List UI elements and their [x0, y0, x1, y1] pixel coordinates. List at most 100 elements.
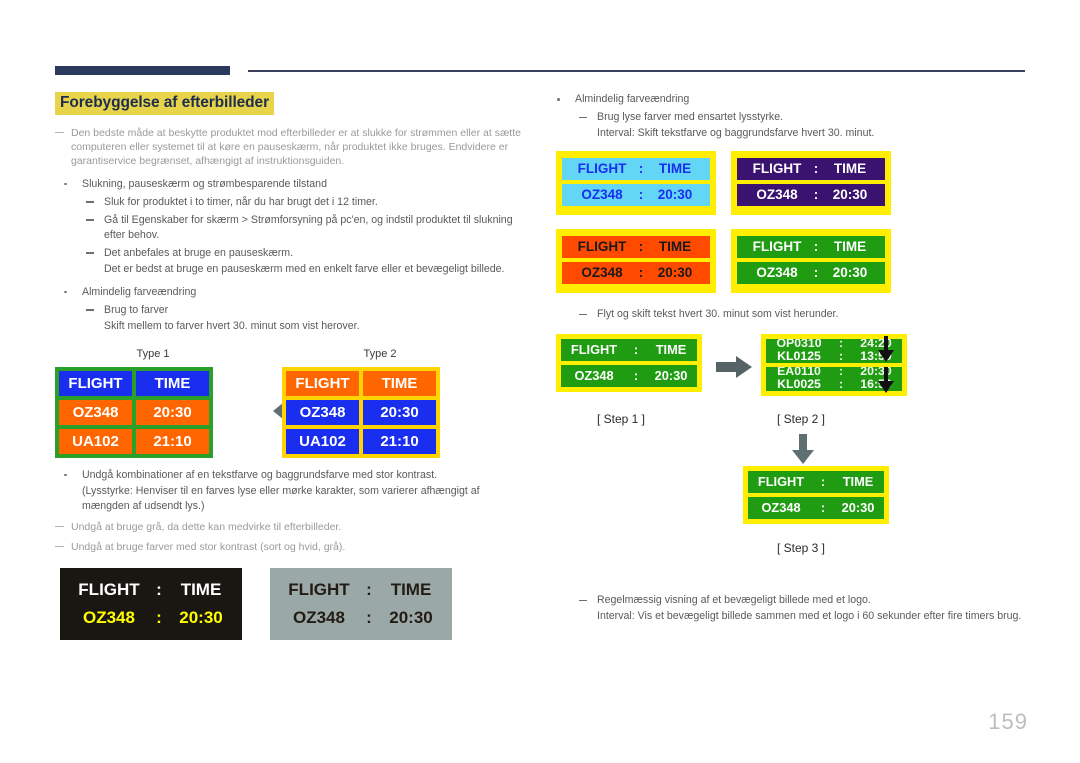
- intro-note: Den bedste måde at beskytte produktet mo…: [55, 126, 530, 169]
- sub-two-hours: Sluk for produktet i to timer, når du ha…: [55, 195, 530, 210]
- sample-gray-text: OZ348: [293, 608, 345, 628]
- page-title: Forebyggelse af efterbilleder: [55, 92, 274, 115]
- step1-row: OZ348:20:30: [561, 365, 697, 387]
- color-panel-text: OZ348: [581, 187, 623, 202]
- step2-text: EA0110: [777, 367, 821, 378]
- bullet-avoid-contrast-detail: (Lysstyrke: Henviser til en farves lyse …: [82, 484, 480, 512]
- type1-cell: FLIGHT: [59, 370, 132, 396]
- step-sequence-figure: FLIGHT: TIME OZ348:20:30 OP0310:24:20 KL012…: [548, 334, 1028, 555]
- color-panel-text: :: [813, 265, 819, 280]
- bullet-shutdown: Slukning, pauseskærm og strømbesparende …: [55, 177, 530, 192]
- step1-text: :: [633, 342, 639, 357]
- step3-board: FLIGHT: TIME OZ348:20:30: [743, 466, 889, 524]
- step2-text: OP0310: [776, 339, 822, 350]
- type2-label: Type 2: [363, 347, 397, 360]
- right-bullet-color-change: Almindelig farveændring: [548, 92, 1028, 107]
- manual-page: Forebyggelse af efterbilleder Den bedste…: [0, 0, 1080, 763]
- sample-dark-text: OZ348: [83, 608, 135, 628]
- sample-dark-row: OZ348:20:30: [60, 604, 242, 632]
- sub-screensaver: Det anbefales at bruge en pauseskærm.: [55, 246, 530, 261]
- step2-text: 16:50: [860, 376, 892, 391]
- color-panel-row: FLIGHT: TIME: [737, 158, 885, 180]
- type1-cell: UA102: [59, 428, 132, 454]
- step3-label: [ Step 3 ]: [776, 541, 826, 555]
- sample-boards-figure: FLIGHT: TIME OZ348:20:30 FLIGHT: TIME OZ348:…: [55, 568, 530, 650]
- flight-board-type2: FLIGHT TIME OZ348 20:30 UA102 21:10: [282, 366, 440, 458]
- sample-dark-text: :: [156, 580, 162, 600]
- color-panel-green: FLIGHT: TIME OZ348:20:30: [731, 229, 891, 293]
- color-panel-row: FLIGHT: TIME: [737, 236, 885, 258]
- color-panel-text: TIME: [833, 239, 867, 254]
- type-boards-figure: Type 1 Type 2 FLIGHT TIME OZ348 20:30 UA102 2…: [55, 348, 530, 460]
- type2-cell: UA102: [286, 428, 359, 454]
- step2-text: :: [838, 339, 844, 350]
- sample-gray-text: :: [366, 608, 372, 628]
- sample-dark-text: TIME: [180, 580, 222, 600]
- bullet-color-change: Almindelig farveændring: [55, 285, 530, 300]
- sample-dark-text: 20:30: [179, 608, 223, 628]
- sample-gray-text: :: [366, 580, 372, 600]
- type2-cell: FLIGHT: [286, 370, 359, 396]
- color-panel-lightblue: FLIGHT: TIME OZ348:20:30: [556, 151, 716, 215]
- sub-power-settings: Gå til Egenskaber for skærm > Strømforsy…: [55, 213, 530, 243]
- color-panel-row: FLIGHT: TIME: [562, 236, 710, 258]
- type1-row: FLIGHT TIME: [59, 370, 209, 396]
- color-panel-text: :: [813, 239, 819, 254]
- type2-cell: 20:30: [363, 399, 436, 425]
- color-panel-row: OZ348:20:30: [562, 184, 710, 206]
- flight-board-type1: FLIGHT TIME OZ348 20:30 UA102 21:10: [55, 366, 213, 458]
- step2-text: 20:30: [860, 367, 892, 378]
- type1-cell: OZ348: [59, 399, 132, 425]
- color-panel-orange: FLIGHT: TIME OZ348:20:30: [556, 229, 716, 293]
- scroll-down-arrow-icon-1: [878, 336, 894, 367]
- color-panel-text: TIME: [658, 239, 692, 254]
- color-panel-text: TIME: [833, 161, 867, 176]
- note-avoid-gray: Undgå at bruge grå, da dette kan medvirk…: [55, 520, 530, 534]
- left-column: Forebyggelse af efterbilleder Den bedste…: [55, 92, 530, 650]
- step1-text: OZ348: [574, 368, 614, 383]
- step3-row: FLIGHT: TIME: [748, 471, 884, 493]
- step2-text: 13:50: [860, 348, 892, 363]
- sample-board-gray: FLIGHT: TIME OZ348:20:30: [270, 568, 452, 641]
- type2-row: OZ348 20:30: [286, 399, 436, 425]
- color-panel-text: OZ348: [756, 187, 798, 202]
- step3-row: OZ348:20:30: [748, 497, 884, 519]
- type2-cell: 21:10: [363, 428, 436, 454]
- right-sub-bright-colors: Brug lyse farver med ensartet lysstyrke.: [548, 110, 1028, 125]
- color-panel-text: :: [813, 161, 819, 176]
- color-panel-text: :: [638, 265, 644, 280]
- right-sub-logo-image-detail: Interval: Vis et bevægeligt billede samm…: [597, 610, 1022, 622]
- color-panel-text: FLIGHT: [577, 161, 627, 176]
- sample-gray-text: 20:30: [389, 608, 433, 628]
- step2-text: :: [838, 367, 844, 378]
- color-panel-text: :: [638, 161, 644, 176]
- step2-text: KL0125: [777, 348, 821, 363]
- step1-text: :: [633, 368, 639, 383]
- type2-cell: OZ348: [286, 399, 359, 425]
- right-sub-logo-image: Regelmæssig visning af et bevægeligt bil…: [548, 593, 1028, 608]
- step3-text: TIME: [842, 474, 874, 489]
- step3-text: 20:30: [841, 500, 875, 515]
- big-down-arrow-icon: [792, 434, 814, 469]
- step2-text: KL0025: [777, 376, 821, 391]
- type2-cell: TIME: [363, 370, 436, 396]
- step3-text: OZ348: [761, 500, 801, 515]
- sample-dark-text: :: [156, 608, 162, 628]
- color-panel-text: OZ348: [756, 265, 798, 280]
- sub-two-colors-detail: Skift mellem to farver hvert 30. minut s…: [104, 319, 360, 332]
- sub-screensaver-detail: Det er bedst at bruge en pauseskærm med …: [104, 262, 505, 275]
- page-number: 159: [988, 709, 1028, 734]
- right-column: Almindelig farveændring Brug lyse farver…: [548, 92, 1028, 624]
- color-panel-row: FLIGHT: TIME: [562, 158, 710, 180]
- color-panel-text: 20:30: [832, 187, 868, 202]
- sample-board-dark: FLIGHT: TIME OZ348:20:30: [60, 568, 242, 641]
- color-panel-text: TIME: [658, 161, 692, 176]
- right-arrow-icon: [716, 356, 752, 383]
- step2-label: [ Step 2 ]: [776, 412, 826, 426]
- type1-cell: 21:10: [136, 428, 209, 454]
- color-panel-text: :: [638, 187, 644, 202]
- bullet-avoid-contrast: Undgå kombinationer af en tekstfarve og …: [55, 468, 530, 483]
- step2-text: :: [838, 348, 844, 363]
- step3-text: :: [820, 474, 826, 489]
- step1-text: FLIGHT: [570, 342, 618, 357]
